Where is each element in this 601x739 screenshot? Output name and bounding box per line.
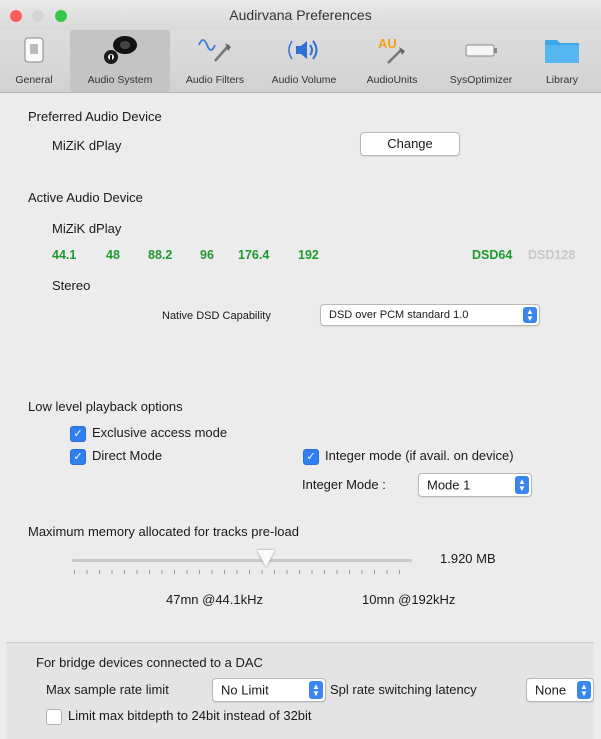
chevron-updown-icon: ▲ ▼ — [515, 476, 529, 494]
rate-192: 192 — [298, 248, 319, 262]
max-rate-value: No Limit — [221, 682, 269, 698]
dsd-capability-select[interactable]: DSD over PCM standard 1.0 ▲ ▼ — [320, 304, 540, 326]
tab-audio-volume[interactable]: Audio Volume — [260, 30, 348, 92]
preferred-device-name: MiZiK dPlay — [52, 138, 122, 153]
direct-mode-checkbox[interactable]: ✓ — [70, 449, 86, 465]
exclusive-access-label: Exclusive access mode — [92, 425, 228, 440]
rate-44-1: 44.1 — [52, 248, 77, 262]
chevron-updown-icon: ▲ ▼ — [577, 681, 591, 699]
waveform-icon — [172, 34, 258, 66]
memory-note-left: 47mn @44.1kHz — [166, 592, 264, 607]
title-bar: Audirvana Preferences — [0, 0, 601, 30]
rate-96: 96 — [200, 248, 214, 262]
tab-general[interactable]: General — [0, 30, 68, 92]
integer-mode-select-label: Integer Mode : — [302, 477, 386, 492]
tab-sysoptimizer[interactable]: SysOptimizer — [436, 30, 526, 92]
preferences-toolbar: General Audio System Audio Filters Audio… — [0, 30, 601, 93]
volume-icon — [260, 34, 348, 66]
active-device-name: MiZiK dPlay — [52, 221, 122, 236]
tab-audio-system[interactable]: Audio System — [70, 30, 170, 92]
dsd64-label: DSD64 — [472, 248, 513, 262]
limit-bitdepth-checkbox[interactable] — [46, 709, 62, 725]
direct-mode-label: Direct Mode — [92, 448, 163, 463]
svg-text:AU: AU — [378, 36, 397, 51]
integer-mode-checkbox[interactable]: ✓ — [303, 449, 319, 465]
dsd-capability-label: Native DSD Capability — [162, 310, 271, 322]
tab-library-label: Library — [545, 74, 579, 86]
folder-icon — [528, 34, 596, 66]
speaker-icon — [70, 34, 170, 66]
slider-ticks — [74, 570, 410, 574]
bridge-section: For bridge devices connected to a DAC Ma… — [6, 642, 594, 739]
tab-audio-volume-label: Audio Volume — [271, 74, 337, 86]
tab-sysoptimizer-label: SysOptimizer — [449, 74, 513, 86]
tab-library[interactable]: Library — [528, 30, 596, 92]
memory-note-right: 10mn @192kHz — [362, 592, 456, 607]
slider-thumb[interactable] — [256, 550, 275, 567]
latency-value: None — [535, 682, 567, 698]
window-title: Audirvana Preferences — [229, 7, 372, 23]
audio-system-panel: Preferred Audio Device MiZiK dPlay Chang… — [6, 94, 594, 739]
channels-label: Stereo — [52, 278, 91, 293]
tab-audio-filters-label: Audio Filters — [185, 74, 245, 86]
max-rate-label: Max sample rate limit — [46, 682, 169, 697]
change-device-button[interactable]: Change — [360, 132, 460, 156]
memory-slider[interactable] — [72, 546, 412, 576]
tab-audio-system-label: Audio System — [87, 74, 153, 86]
rate-48: 48 — [106, 248, 120, 262]
limit-bitdepth-label: Limit max bitdepth to 24bit instead of 3… — [68, 708, 312, 723]
slider-track — [72, 559, 412, 562]
bridge-heading: For bridge devices connected to a DAC — [36, 655, 263, 670]
integer-mode-select[interactable]: Mode 1 ▲ ▼ — [418, 473, 532, 497]
memory-value: 1.920 MB — [440, 551, 496, 566]
integer-mode-value: Mode 1 — [427, 477, 471, 493]
battery-icon — [436, 34, 526, 66]
dsd-capability-value: DSD over PCM standard 1.0 — [329, 309, 469, 321]
rate-88-2: 88.2 — [148, 248, 173, 262]
tab-audiounits-label: AudioUnits — [366, 74, 418, 86]
chevron-updown-icon: ▲ ▼ — [523, 307, 537, 323]
playback-options-heading: Low level playback options — [28, 399, 183, 414]
memory-heading: Maximum memory allocated for tracks pre-… — [28, 524, 299, 539]
exclusive-access-checkbox[interactable]: ✓ — [70, 426, 86, 442]
tab-audio-filters[interactable]: Audio Filters — [172, 30, 258, 92]
tab-audiounits[interactable]: AU AudioUnits — [350, 30, 434, 92]
au-icon: AU — [350, 34, 434, 66]
tab-general-label: General — [15, 74, 53, 86]
switch-icon — [0, 34, 68, 66]
latency-label: Spl rate switching latency — [330, 682, 477, 697]
active-device-heading: Active Audio Device — [28, 190, 143, 205]
preferences-window: Audirvana Preferences General Audio Syst… — [0, 0, 601, 739]
chevron-updown-icon: ▲ ▼ — [309, 681, 323, 699]
preferred-device-heading: Preferred Audio Device — [28, 109, 162, 124]
integer-mode-label: Integer mode (if avail. on device) — [325, 448, 514, 463]
latency-select[interactable]: None ▲ ▼ — [526, 678, 594, 702]
max-rate-select[interactable]: No Limit ▲ ▼ — [212, 678, 326, 702]
rate-176-4: 176.4 — [238, 248, 270, 262]
dsd128-label: DSD128 — [528, 248, 576, 262]
